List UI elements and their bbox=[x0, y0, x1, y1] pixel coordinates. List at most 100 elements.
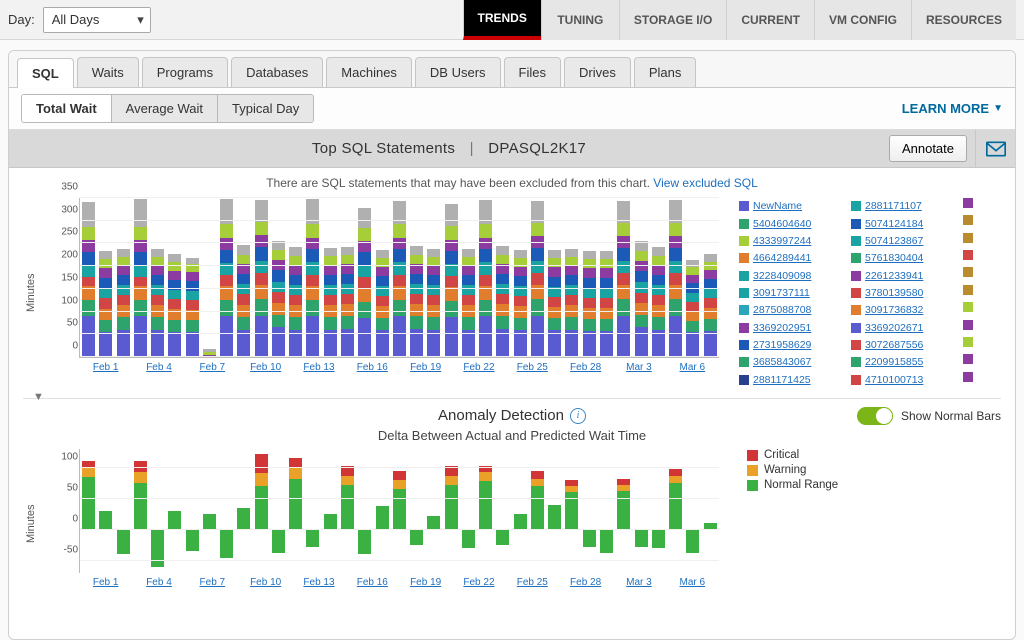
sql-bar[interactable] bbox=[237, 245, 250, 357]
main-tab-storage-i-o[interactable]: STORAGE I/O bbox=[619, 0, 726, 40]
sub-tab-plans[interactable]: Plans bbox=[634, 57, 697, 87]
x-tick-link[interactable]: Feb 10 bbox=[239, 575, 292, 599]
legend-item[interactable]: 2881171107 bbox=[851, 198, 957, 214]
day-filter-select[interactable]: All Days bbox=[43, 7, 151, 33]
wait-mode-typical-day[interactable]: Typical Day bbox=[218, 95, 313, 122]
x-tick-link[interactable]: Feb 22 bbox=[452, 575, 505, 599]
sub-tab-files[interactable]: Files bbox=[504, 57, 561, 87]
sub-tab-sql[interactable]: SQL bbox=[17, 58, 74, 88]
sql-bar[interactable] bbox=[168, 254, 181, 357]
anomaly-chart: -50050100 Feb 1Feb 4Feb 7Feb 10Feb 13Feb… bbox=[39, 449, 719, 599]
anomaly-legend: CriticalWarningNormal Range bbox=[719, 449, 979, 599]
legend-item[interactable]: 2875088708 bbox=[739, 302, 845, 318]
sql-bar[interactable] bbox=[583, 251, 596, 357]
legend-item[interactable]: 5074123867 bbox=[851, 233, 957, 249]
show-normal-bars-toggle[interactable] bbox=[857, 407, 893, 425]
sub-tab-programs[interactable]: Programs bbox=[142, 57, 228, 87]
x-tick-link[interactable]: Feb 1 bbox=[79, 575, 132, 599]
x-tick-link[interactable]: Feb 13 bbox=[292, 360, 345, 388]
x-tick-link[interactable]: Feb 13 bbox=[292, 575, 345, 599]
main-tab-vm-config[interactable]: VM CONFIG bbox=[814, 0, 911, 40]
x-tick-link[interactable]: Feb 7 bbox=[186, 360, 239, 388]
anomaly-subtitle: Delta Between Actual and Predicted Wait … bbox=[23, 428, 1001, 443]
sub-tab-db-users[interactable]: DB Users bbox=[415, 57, 501, 87]
sql-bar[interactable] bbox=[99, 251, 112, 357]
sub-tab-databases[interactable]: Databases bbox=[231, 57, 323, 87]
main-tab-resources[interactable]: RESOURCES bbox=[911, 0, 1016, 40]
x-tick-link[interactable]: Feb 16 bbox=[346, 575, 399, 599]
top-sql-chart: 050100150200250300350 Feb 1Feb 4Feb 7Feb… bbox=[39, 198, 719, 388]
x-tick-link[interactable]: Feb 28 bbox=[559, 575, 612, 599]
chart1-y-axis-label: Minutes bbox=[23, 198, 39, 388]
x-tick-link[interactable]: Mar 3 bbox=[612, 360, 665, 388]
x-tick-link[interactable]: Mar 3 bbox=[612, 575, 665, 599]
sql-bar[interactable] bbox=[704, 254, 717, 357]
legend-item[interactable]: 2261233941 bbox=[851, 267, 957, 283]
wait-mode-toggle: Total WaitAverage WaitTypical Day bbox=[21, 94, 314, 123]
email-report-button[interactable] bbox=[975, 130, 1015, 168]
legend-item[interactable]: 3072687556 bbox=[851, 337, 957, 353]
learn-more-link[interactable]: LEARN MORE ▼ bbox=[902, 101, 1003, 116]
legend-item[interactable]: 2881171425 bbox=[739, 372, 845, 388]
legend-item[interactable]: NewName bbox=[739, 198, 845, 214]
main-tab-tuning[interactable]: TUNING bbox=[541, 0, 619, 40]
legend-item[interactable]: 5761830404 bbox=[851, 250, 957, 266]
legend-item[interactable]: 2731958629 bbox=[739, 337, 845, 353]
annotate-button[interactable]: Annotate bbox=[889, 135, 967, 162]
legend-item[interactable]: 5404604640 bbox=[739, 215, 845, 231]
sql-bar[interactable] bbox=[186, 258, 199, 357]
x-tick-link[interactable]: Feb 1 bbox=[79, 360, 132, 388]
sql-bar[interactable] bbox=[358, 208, 371, 357]
info-icon[interactable]: i bbox=[570, 408, 586, 424]
sql-bar[interactable] bbox=[652, 247, 665, 357]
sql-bar[interactable] bbox=[341, 247, 354, 357]
legend-swatch bbox=[963, 354, 973, 364]
legend-item[interactable]: 3369202951 bbox=[739, 320, 845, 336]
sql-bar[interactable] bbox=[410, 246, 423, 357]
x-tick-link[interactable]: Mar 6 bbox=[666, 360, 719, 388]
view-excluded-sql-link[interactable]: View excluded SQL bbox=[653, 176, 758, 190]
x-tick-link[interactable]: Feb 28 bbox=[559, 360, 612, 388]
sql-bar[interactable] bbox=[635, 241, 648, 357]
collapse-anomaly-toggle[interactable]: ▼ bbox=[33, 391, 44, 403]
sql-bar[interactable] bbox=[272, 241, 285, 357]
x-tick-link[interactable]: Feb 16 bbox=[346, 360, 399, 388]
legend-item[interactable]: 2209915855 bbox=[851, 354, 957, 370]
sql-bar[interactable] bbox=[496, 246, 509, 357]
legend-swatch bbox=[963, 372, 973, 382]
legend-item[interactable]: 3369202671 bbox=[851, 320, 957, 336]
legend-swatch bbox=[963, 285, 973, 295]
legend-item[interactable]: 3228409098 bbox=[739, 267, 845, 283]
sub-tab-waits[interactable]: Waits bbox=[77, 57, 139, 87]
x-tick-link[interactable]: Feb 25 bbox=[506, 360, 559, 388]
mail-icon bbox=[986, 141, 1006, 157]
wait-mode-total-wait[interactable]: Total Wait bbox=[22, 95, 112, 122]
page-title: Top SQL Statements | DPASQL2K17 bbox=[9, 140, 889, 157]
legend-item[interactable]: 3780139580 bbox=[851, 285, 957, 301]
x-tick-link[interactable]: Feb 19 bbox=[399, 360, 452, 388]
sub-tab-machines[interactable]: Machines bbox=[326, 57, 412, 87]
legend-item[interactable]: 3091737111 bbox=[739, 285, 845, 301]
x-tick-link[interactable]: Feb 7 bbox=[186, 575, 239, 599]
legend-item[interactable]: 4710100713 bbox=[851, 372, 957, 388]
x-tick-link[interactable]: Feb 22 bbox=[452, 360, 505, 388]
x-tick-link[interactable]: Feb 10 bbox=[239, 360, 292, 388]
wait-mode-average-wait[interactable]: Average Wait bbox=[112, 95, 218, 122]
sql-bar[interactable] bbox=[600, 251, 613, 357]
x-tick-link[interactable]: Feb 25 bbox=[506, 575, 559, 599]
x-tick-link[interactable]: Feb 4 bbox=[132, 360, 185, 388]
legend-item[interactable]: 3685843067 bbox=[739, 354, 845, 370]
x-tick-link[interactable]: Feb 4 bbox=[132, 575, 185, 599]
sql-bar[interactable] bbox=[289, 247, 302, 357]
sql-bar[interactable] bbox=[686, 260, 699, 357]
main-tab-current[interactable]: CURRENT bbox=[726, 0, 814, 40]
day-filter-label: Day: bbox=[8, 12, 35, 27]
main-tab-trends[interactable]: TRENDS bbox=[463, 0, 541, 40]
sub-tab-drives[interactable]: Drives bbox=[564, 57, 631, 87]
x-tick-link[interactable]: Mar 6 bbox=[666, 575, 719, 599]
legend-item[interactable]: 5074124184 bbox=[851, 215, 957, 231]
legend-item[interactable]: 4664289441 bbox=[739, 250, 845, 266]
legend-item[interactable]: 4333997244 bbox=[739, 233, 845, 249]
legend-item[interactable]: 3091736832 bbox=[851, 302, 957, 318]
x-tick-link[interactable]: Feb 19 bbox=[399, 575, 452, 599]
